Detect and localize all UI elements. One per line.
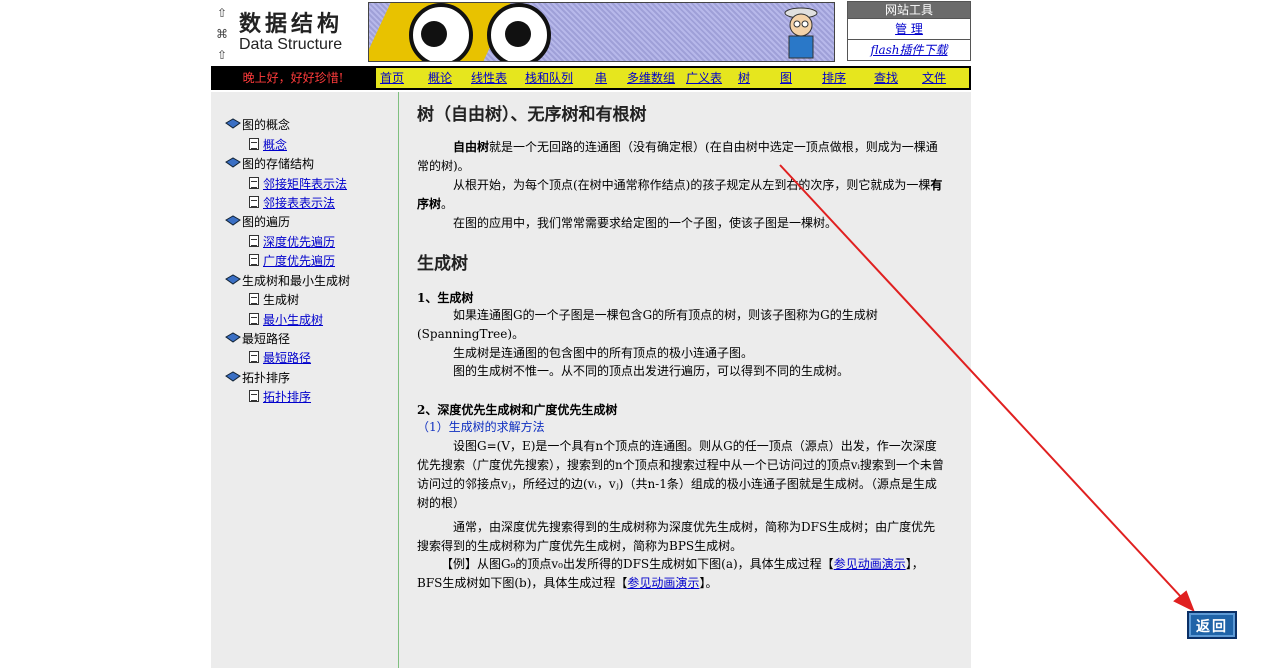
sidebar-group-storage: 图的存储结构 — [225, 155, 314, 172]
header-banner-image — [368, 2, 835, 62]
paragraph-subgraph: 在图的应用中，我们常常需要求给定图的一个子图，使该子图是一棵树。 — [453, 216, 838, 230]
sidebar-group-traversal: 图的遍历 — [225, 213, 290, 230]
nav-item-stack-queue[interactable]: 栈和队列 — [525, 68, 573, 88]
paragraph-spanning-minimal: 生成树是连通图的包含图中的所有顶点的极小连通子图。 — [453, 346, 754, 360]
paragraph-spanning-def: 如果连通图G的一个子图是一棵包含G的所有顶点的树，则该子图称为G的生成树(Spa… — [417, 308, 878, 341]
document-icon — [249, 235, 259, 247]
banner-eye-icon — [409, 3, 473, 61]
paragraph-dfs-bfs-names: 通常，由深度优先搜索得到的生成树称为深度优先生成树，简称为DFS生成树；由广度优… — [417, 520, 936, 553]
nav-item-array[interactable]: 多维数组 — [627, 68, 675, 88]
document-icon — [249, 351, 259, 363]
main-content: 树（自由树）、无序树和有根树 自由树就是一个无回路的连通图（没有确定根）(在自由… — [399, 92, 971, 668]
manage-link[interactable]: 管 理 — [895, 22, 923, 36]
sidebar-item-mst[interactable]: 最小生成树 — [249, 311, 323, 328]
logo-glyph-icon: ⇧ — [216, 48, 228, 62]
animation-demo-link-bfs[interactable]: 参见动画演示 — [627, 576, 699, 590]
greeting-text: 晚上好，好好珍惜! — [242, 71, 344, 85]
nav-item-intro[interactable]: 概论 — [428, 68, 452, 88]
site-logo: ⇧ ⌘ ⇧ 数据结构 Data Structure — [212, 0, 367, 62]
banner-eye-icon — [487, 3, 551, 61]
sidebar-group-spanning: 生成树和最小生成树 — [225, 272, 350, 289]
cartoon-man-icon — [784, 7, 818, 59]
document-icon — [249, 390, 259, 402]
document-icon — [249, 138, 259, 150]
logo-title-en: Data Structure — [239, 36, 343, 53]
sidebar-item-adj-list[interactable]: 邻接表表示法 — [249, 194, 335, 211]
back-button[interactable]: 返回 — [1187, 611, 1237, 639]
document-icon — [249, 196, 259, 208]
nav-item-home[interactable]: 首页 — [380, 68, 404, 88]
sidebar-group-concept: 图的概念 — [225, 116, 290, 133]
tools-header: 网站工具 — [848, 2, 970, 18]
heading-spanning-tree: 生成树 — [417, 254, 468, 274]
nav-item-glist[interactable]: 广义表 — [686, 68, 722, 88]
book-icon — [225, 118, 241, 130]
nav-item-search[interactable]: 查找 — [874, 68, 898, 88]
logo-glyph-icon: ⌘ — [216, 27, 228, 41]
site-tools-box: 网站工具 管 理 flash插件下载 — [847, 1, 971, 61]
sidebar-item-shortest-path[interactable]: 最短路径 — [249, 349, 311, 366]
sidebar-group-topo: 拓扑排序 — [225, 369, 290, 386]
book-icon — [225, 371, 241, 383]
book-icon — [225, 332, 241, 344]
paragraph-example: 【例】从图G₉的顶点v₀出发所得的DFS生成树如下图(a)，具体生成过程【参见动… — [417, 557, 924, 590]
nav-item-tree[interactable]: 树 — [738, 68, 750, 88]
book-icon — [225, 274, 241, 286]
sidebar-item-topo-sort[interactable]: 拓扑排序 — [249, 388, 311, 405]
paragraph-ordered-tree: 从根开始，为每个顶点(在树中通常称作结点)的孩子规定从左到右的次序，则它就成为一… — [417, 178, 943, 211]
book-icon — [225, 215, 241, 227]
heading-free-tree: 树（自由树）、无序树和有根树 — [417, 105, 647, 125]
document-icon — [249, 177, 259, 189]
sidebar: 图的概念 概念 图的存储结构 邻接矩阵表示法 邻接表表示法 图的遍历 深度优先遍… — [211, 92, 399, 668]
document-icon — [249, 293, 259, 305]
nav-item-linear-list[interactable]: 线性表 — [471, 68, 507, 88]
nav-item-file[interactable]: 文件 — [922, 68, 946, 88]
sidebar-group-shortest: 最短路径 — [225, 330, 290, 347]
paragraph-spanning-unique: 图的生成树不惟一。从不同的顶点出发进行遍历，可以得到不同的生成树。 — [453, 364, 850, 378]
nav-item-string[interactable]: 串 — [595, 68, 607, 88]
subsection-method: （1）生成树的求解方法 — [417, 420, 545, 434]
sidebar-item-dfs[interactable]: 深度优先遍历 — [249, 233, 335, 250]
sidebar-item-adj-matrix[interactable]: 邻接矩阵表示法 — [249, 175, 347, 192]
book-icon — [225, 157, 241, 169]
sidebar-item-spanning-tree: 生成树 — [249, 291, 299, 308]
document-icon — [249, 254, 259, 266]
flash-download-link[interactable]: flash插件下载 — [870, 43, 947, 57]
logo-side-glyphs: ⇧ ⌘ ⇧ — [215, 3, 229, 66]
paragraph-method: 设图G=(V，E)是一个具有n个顶点的连通图。则从G的任一顶点（源点）出发，作一… — [417, 439, 944, 510]
nav-menu: 首页 概论 线性表 栈和队列 串 多维数组 广义表 树 图 排序 查找 文件 — [376, 68, 969, 88]
sidebar-item-bfs[interactable]: 广度优先遍历 — [249, 252, 335, 269]
logo-title-cn: 数据结构 — [239, 11, 344, 37]
nav-item-graph[interactable]: 图 — [780, 68, 792, 88]
main-nav: 晚上好，好好珍惜! 首页 概论 线性表 栈和队列 串 多维数组 广义表 树 图 … — [211, 66, 971, 90]
document-icon — [249, 313, 259, 325]
nav-item-sort[interactable]: 排序 — [822, 68, 846, 88]
sidebar-item-concept[interactable]: 概念 — [249, 136, 287, 153]
paragraph-free-tree: 自由树就是一个无回路的连通图（没有确定根）(在自由树中选定一顶点做根，则成为一棵… — [417, 140, 938, 173]
animation-demo-link-dfs[interactable]: 参见动画演示 — [834, 557, 906, 571]
logo-glyph-icon: ⇧ — [216, 6, 228, 20]
